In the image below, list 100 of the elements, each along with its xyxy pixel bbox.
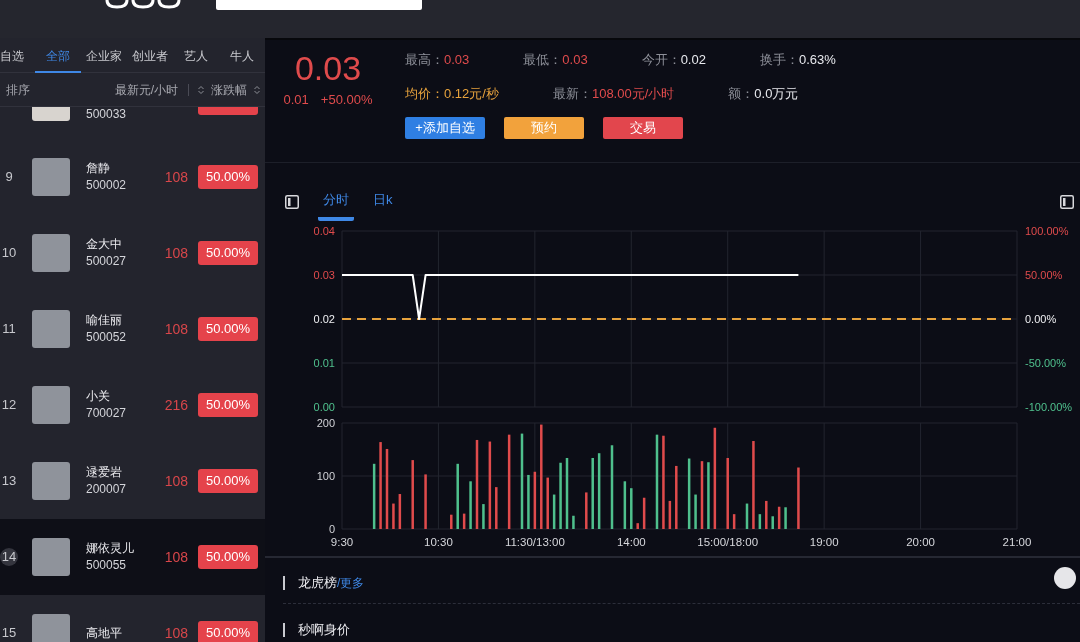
change-badge: 50.00% (198, 393, 258, 417)
x-axis-label: 15:00/18:00 (697, 536, 759, 548)
price-value: 108 (164, 471, 188, 491)
volume-bar (411, 460, 414, 529)
volume-bar (546, 477, 549, 529)
logo-icon[interactable] (105, 0, 181, 9)
stock-name: 高地平 (86, 624, 122, 642)
stock-name: 小关 (86, 388, 111, 405)
volume-bar (765, 500, 768, 529)
stat-label: 换手： (759, 51, 799, 70)
avatar-photo (32, 614, 70, 642)
rank-number: 10 (0, 244, 18, 262)
stat-label: 最新： (552, 85, 592, 104)
avatar-photo (32, 234, 70, 272)
action-button[interactable]: +添加自选 (405, 117, 485, 139)
y-axis-label: 0.01 (313, 357, 335, 369)
stat-value: 0.12元/秒 (444, 85, 499, 104)
volume-bar (630, 488, 633, 529)
volume-bar (559, 462, 562, 529)
stock-name: 金大中 (86, 236, 123, 253)
floating-button[interactable] (1054, 567, 1076, 589)
change-badge: 50.00% (198, 545, 258, 569)
rank-number: 11 (1, 320, 17, 338)
stock-row[interactable]: 11 喻佳丽 500052 108 50.00% (0, 291, 265, 367)
percent-axis-label: -50.00% (1025, 357, 1066, 369)
volume-bar (495, 487, 498, 529)
stock-row[interactable]: 10 金大中 500027 108 50.00% (0, 215, 265, 291)
y-axis-label: 0.02 (313, 313, 335, 325)
y-axis-label: 200 (316, 417, 335, 429)
stock-row[interactable]: 500033 (0, 107, 265, 139)
rank-number: 12 (0, 396, 18, 414)
percent-axis-label: 50.00% (1025, 269, 1063, 281)
volume-bar (687, 458, 691, 529)
column-header[interactable]: 涨跌幅 (211, 80, 247, 99)
panel-icon[interactable] (1060, 195, 1074, 209)
percent-change: +50.00% (320, 92, 373, 108)
volume-bar (784, 507, 787, 529)
volume-bar (469, 481, 472, 529)
stock-code: 500033 (86, 107, 127, 121)
category-tab[interactable]: 自选 (0, 40, 35, 73)
volume-bar (527, 474, 530, 529)
stock-row[interactable]: 14 娜依灵儿 500055 108 50.00% (0, 519, 265, 595)
stock-row[interactable]: 15 高地平 108 50.00% (0, 595, 265, 642)
x-axis-label: 14:00 (616, 536, 646, 548)
volume-bar (533, 471, 537, 529)
section-title: 龙虎榜 (298, 573, 337, 592)
volume-bar (482, 504, 485, 529)
volume-bar (450, 514, 453, 529)
category-tab[interactable]: 牛人 (219, 40, 265, 73)
rank-number: 13 (0, 472, 18, 490)
volume-bar (797, 467, 800, 529)
search-field[interactable] (216, 0, 422, 10)
stock-row[interactable]: 13 逯爱岩 200007 108 50.00% (0, 443, 265, 519)
category-tab[interactable]: 艺人 (173, 40, 219, 73)
volume-bar (642, 497, 646, 529)
chart-tab[interactable]: 分时 (318, 192, 354, 221)
category-tab[interactable]: 全部 (35, 40, 81, 73)
panel-icon[interactable] (285, 195, 299, 209)
more-link[interactable]: /更多 (337, 573, 365, 592)
rank-number: 14 (0, 548, 18, 566)
change-badge: 50.00% (198, 469, 258, 493)
stock-row[interactable]: 12 小关 700027 216 50.00% (0, 367, 265, 443)
x-axis-label: 20:00 (906, 536, 935, 548)
section-marker-icon (283, 623, 285, 637)
y-axis-label: 0.03 (313, 269, 335, 281)
stat-value: 0.02 (680, 51, 706, 70)
x-axis-label: 21:00 (1002, 536, 1032, 548)
stock-name: 娜依灵儿 (86, 540, 134, 557)
stock-name: 詹静 (86, 160, 111, 177)
price-value: 108 (164, 319, 188, 339)
action-button[interactable]: 交易 (603, 117, 683, 139)
category-tab[interactable]: 企业家 (81, 40, 127, 73)
chart-tab[interactable]: 日k (368, 192, 398, 221)
stat-value: 0.63% (798, 51, 836, 70)
column-header: 排序 (6, 81, 30, 99)
change-badge: 50.00% (198, 317, 258, 341)
volume-bar (694, 494, 697, 529)
stat-label: 最高： (405, 51, 444, 70)
price-value: 108 (164, 623, 188, 642)
percent-axis-label: 0.00% (1025, 313, 1057, 325)
stock-name: 喻佳丽 (86, 312, 123, 329)
stock-code: 200007 (86, 481, 127, 498)
y-axis-label: 0.04 (313, 225, 335, 237)
volume-bar (707, 462, 710, 529)
volume-bar (726, 458, 729, 529)
column-header[interactable]: 最新元/小时 (114, 80, 178, 99)
stock-row[interactable]: 9 詹静 500002 108 50.00% (0, 139, 265, 215)
volume-bar (732, 514, 736, 529)
y-axis-label: 100 (316, 470, 335, 482)
avatar-photo (32, 386, 70, 424)
stat-value: 0.03 (444, 51, 470, 70)
stock-code: 500002 (86, 177, 127, 194)
price-value: 108 (164, 547, 188, 567)
category-tab[interactable]: 创业者 (127, 40, 173, 73)
volume-bar (572, 515, 575, 529)
change-badge: 50.00% (198, 241, 258, 265)
volume-bar (372, 463, 376, 529)
stock-code: 700027 (86, 405, 127, 422)
volume-bar (565, 458, 569, 529)
x-axis-label: 19:00 (809, 536, 839, 548)
